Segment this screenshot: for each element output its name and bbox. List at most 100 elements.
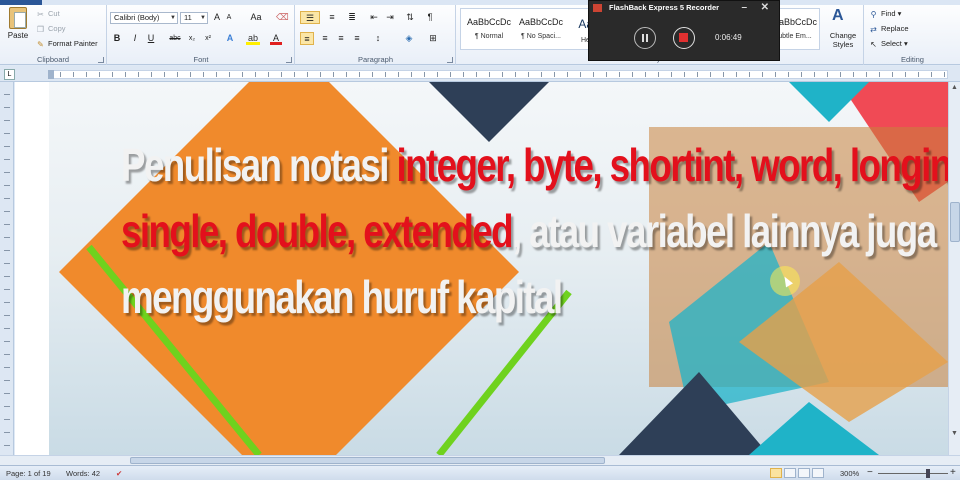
clipboard-group: Paste ✂ Cut ❐ Copy ✎ Format Painter Clipboa… <box>0 5 107 65</box>
superscript-button[interactable]: x² <box>202 32 214 45</box>
justify-icon[interactable]: ≡ <box>350 32 364 45</box>
change-styles-icon: A <box>832 7 844 24</box>
zoom-level[interactable]: 300% <box>840 469 859 478</box>
paste-label: Paste <box>7 31 29 40</box>
ruler-ticks <box>48 72 948 77</box>
status-bar: Page: 1 of 19 Words: 42 ✔ 300% − + <box>0 465 960 480</box>
increase-indent-icon[interactable]: ⇥ <box>384 11 396 24</box>
scroll-down-icon[interactable]: ▼ <box>951 430 958 437</box>
line-spacing-icon[interactable]: ↕ <box>370 32 386 45</box>
copy-button[interactable]: ❐ Copy <box>36 24 66 34</box>
page-count[interactable]: Page: 1 of 19 <box>6 469 51 478</box>
bold-button[interactable]: B <box>112 32 122 45</box>
style-name: ¶ No Spaci... <box>521 33 561 40</box>
cut-button[interactable]: ✂ Cut <box>36 9 60 19</box>
left-indent-marker[interactable] <box>48 70 54 79</box>
slide-line-3: menggunakan huruf kapital <box>121 264 841 330</box>
format-painter-button[interactable]: ✎ Format Painter <box>36 39 97 49</box>
font-size-select[interactable]: 11 ▼ <box>180 12 208 24</box>
copy-label: Copy <box>48 24 66 33</box>
clear-formatting-icon[interactable]: ⌫ <box>276 11 289 24</box>
vruler-ticks <box>4 82 10 455</box>
style-name: ¶ Normal <box>474 33 504 40</box>
print-layout-view-button[interactable] <box>770 468 782 478</box>
text-effects-icon[interactable]: A <box>224 32 236 45</box>
close-icon[interactable]: ✕ <box>761 1 769 15</box>
style-no-spacing[interactable]: AaBbCcDc ¶ No Spaci... <box>515 11 567 48</box>
vertical-scrollbar[interactable]: ▲ ▼ <box>948 82 960 455</box>
copy-icon: ❐ <box>36 24 45 34</box>
change-case-button[interactable]: Aa <box>248 11 264 24</box>
font-family-select[interactable]: Calibri (Body) ▼ <box>110 12 178 24</box>
ribbon: Paste ✂ Cut ❐ Copy ✎ Format Painter Clipboa… <box>0 0 960 65</box>
paragraph-dialog-launcher[interactable] <box>447 57 453 63</box>
font-color-icon[interactable]: A <box>270 32 282 45</box>
align-left-icon[interactable]: ≡ <box>300 32 314 45</box>
paste-button[interactable]: Paste <box>4 7 32 49</box>
slide-text-highlight: integer, byte, shortint, word, longint, <box>396 139 948 191</box>
zoom-slider-track[interactable] <box>878 473 948 474</box>
replace-icon: ⇄ <box>870 24 877 34</box>
strikethrough-button[interactable]: abc <box>168 32 182 45</box>
scroll-up-icon[interactable]: ▲ <box>951 84 958 91</box>
outline-view-button[interactable] <box>812 468 824 478</box>
stop-button[interactable] <box>673 27 695 49</box>
recorder-titlebar: FlashBack Express 5 Recorder – ✕ <box>589 1 779 15</box>
pause-button[interactable] <box>634 27 656 49</box>
style-sample: AaBbCcDc <box>518 17 563 27</box>
grow-font-button[interactable]: A <box>212 11 222 24</box>
paragraph-group-label: Paragraph <box>357 55 394 64</box>
align-right-icon[interactable]: ≡ <box>334 32 348 45</box>
decrease-indent-icon[interactable]: ⇤ <box>368 11 380 24</box>
align-center-icon[interactable]: ≡ <box>318 32 332 45</box>
recorder-logo-icon <box>593 4 602 12</box>
word-window: Paste ✂ Cut ❐ Copy ✎ Format Painter Clipboa… <box>0 0 960 480</box>
recording-timer: 0:06:49 <box>715 33 742 42</box>
slide-text-plain: Penulisan notasi <box>121 139 397 191</box>
zoom-slider-knob[interactable] <box>926 469 930 478</box>
minimize-icon[interactable]: – <box>741 1 747 15</box>
style-normal[interactable]: AaBbCcDc ¶ Normal <box>463 11 515 48</box>
select-button[interactable]: ↖ Select ▾ <box>869 39 908 49</box>
document-image[interactable]: Penulisan notasi integer, byte, shortint… <box>49 82 948 455</box>
show-formatting-button[interactable]: ¶ <box>424 11 436 24</box>
full-screen-view-button[interactable] <box>784 468 796 478</box>
horizontal-scrollbar[interactable] <box>0 455 960 465</box>
borders-icon[interactable]: ⊞ <box>426 32 440 45</box>
slide-line-2: single, double, extended, atau variabel … <box>121 198 937 264</box>
sort-icon[interactable]: ⇅ <box>404 11 416 24</box>
italic-button[interactable]: I <box>130 32 140 45</box>
select-label: Select <box>881 39 902 48</box>
subscript-button[interactable]: x₂ <box>186 32 198 45</box>
tab-selector[interactable]: L <box>4 69 15 80</box>
underline-button[interactable]: U <box>146 32 156 45</box>
shading-icon[interactable]: ◈ <box>402 32 416 45</box>
horizontal-scroll-thumb[interactable] <box>130 457 605 464</box>
font-size-value: 11 <box>184 13 192 22</box>
slide-text-block: Penulisan notasi integer, byte, shortint… <box>121 132 948 330</box>
zoom-in-icon[interactable]: + <box>950 467 956 478</box>
change-styles-label: Change Styles <box>829 31 857 49</box>
web-layout-view-button[interactable] <box>798 468 810 478</box>
vertical-scroll-thumb[interactable] <box>950 202 960 242</box>
editing-group: ⚲ Find ▾ ⇄ Replace ↖ Select ▾ Editing <box>865 5 960 65</box>
recorder-title: FlashBack Express 5 Recorder <box>609 3 720 12</box>
zoom-out-icon[interactable]: − <box>867 467 873 478</box>
word-count[interactable]: Words: 42 <box>66 469 100 478</box>
shrink-font-button[interactable]: A <box>224 11 234 24</box>
scissors-icon: ✂ <box>37 9 44 19</box>
proofing-icon[interactable]: ✔ <box>116 469 122 478</box>
clipboard-group-label: Clipboard <box>36 55 70 64</box>
numbering-icon[interactable]: ≡ <box>324 11 340 24</box>
bullets-icon[interactable]: ☰ <box>300 11 320 24</box>
slide-text-highlight: single, double, extended <box>121 205 514 257</box>
find-button[interactable]: ⚲ Find ▾ <box>869 9 902 19</box>
font-family-value: Calibri (Body) <box>114 13 160 22</box>
replace-button[interactable]: ⇄ Replace <box>869 24 909 34</box>
highlight-icon[interactable]: ab <box>246 32 260 45</box>
font-dialog-launcher[interactable] <box>286 57 292 63</box>
slide-line-1: Penulisan notasi integer, byte, shortint… <box>121 132 948 198</box>
replace-label: Replace <box>881 24 909 33</box>
clipboard-dialog-launcher[interactable] <box>98 57 104 63</box>
multilevel-list-icon[interactable]: ≣ <box>344 11 360 24</box>
